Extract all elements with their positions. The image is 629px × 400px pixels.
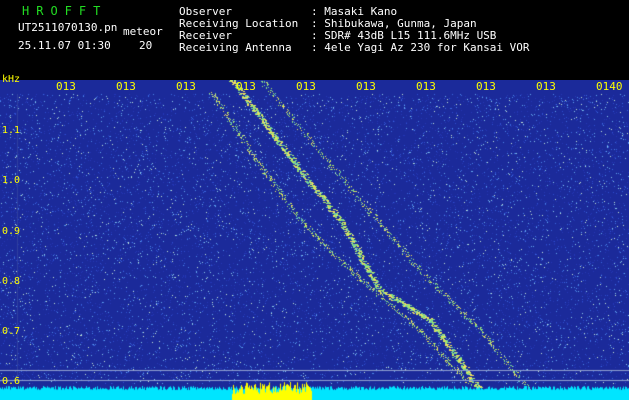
filename-label: UT2511070130.pn <box>18 21 118 34</box>
antenna-label: Receiving Antenna <box>179 41 292 54</box>
time-tick: 013 <box>296 80 316 93</box>
time-tick: 013 <box>476 80 496 93</box>
time-tick: 013 <box>356 80 376 93</box>
freq-tick: 0.9 <box>2 226 21 237</box>
count-label: 20 <box>139 39 153 52</box>
time-tick: 0140 <box>596 80 623 93</box>
time-axis: 013 013 013 013 013 013 013 013 013 0140 <box>0 80 629 94</box>
freq-tick: 1.0 <box>2 175 21 186</box>
freq-tick: 0.7 <box>2 326 21 337</box>
time-tick: 013 <box>56 80 76 93</box>
time-tick: 013 <box>116 80 136 93</box>
antenna-value: : 4ele Yagi Az 230 for Kansai VOR <box>311 41 530 54</box>
freq-unit-label: kHz <box>2 74 21 85</box>
freq-tick: 1.1 <box>2 125 21 136</box>
time-tick: 013 <box>236 80 256 93</box>
time-tick: 013 <box>536 80 556 93</box>
time-tick: 013 <box>176 80 196 93</box>
freq-tick: 0.6 <box>2 376 21 387</box>
spectrogram-plot <box>0 80 629 400</box>
mode-label: meteor <box>123 25 163 38</box>
datetime-label: 25.11.07 01:30 <box>18 39 111 52</box>
time-tick: 013 <box>416 80 436 93</box>
freq-tick: 0.8 <box>2 276 21 287</box>
app-logo: HROFFT <box>22 4 108 18</box>
header-panel: HROFFT UT2511070130.pn meteor 25.11.07 0… <box>0 0 629 80</box>
